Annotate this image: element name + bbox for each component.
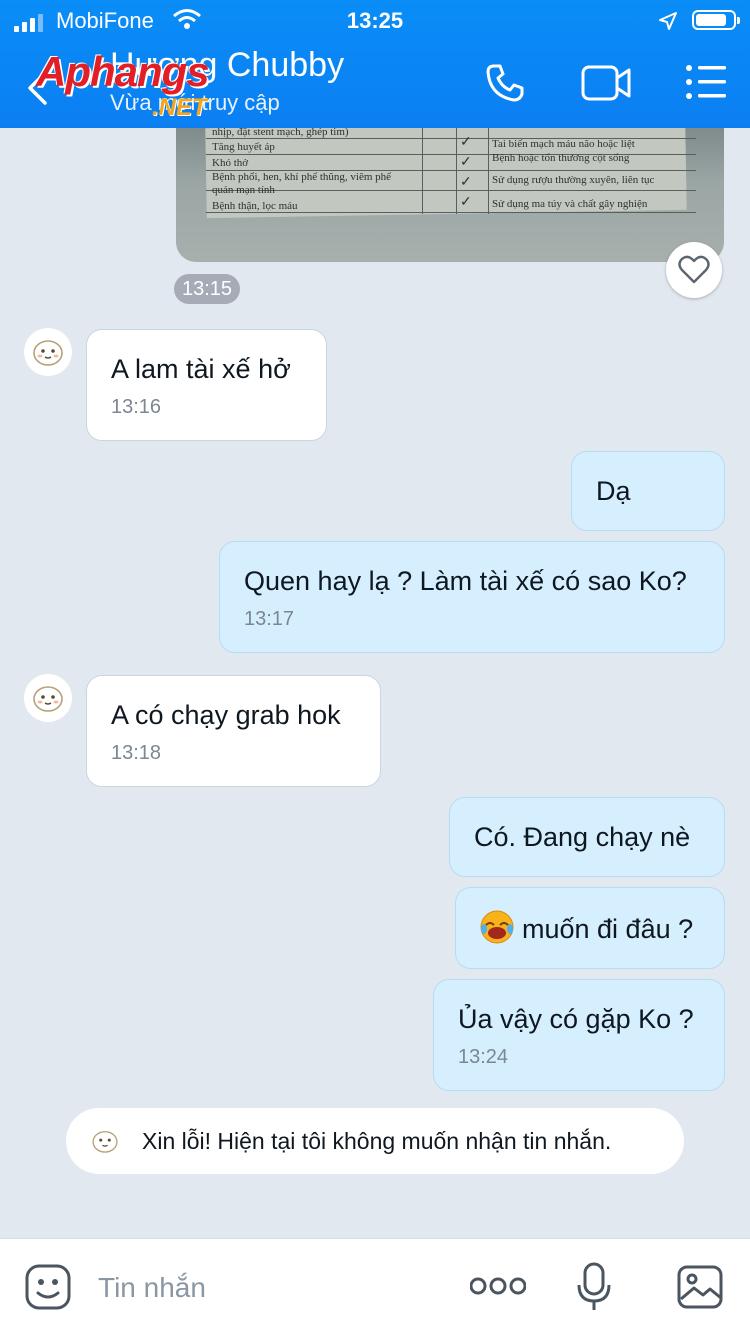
checkmark-icon: ✓ [460,175,472,190]
message-text: A lam tài xế hở [111,354,291,384]
avatar[interactable] [24,674,72,722]
message-text: A có chạy grab hok [111,700,341,730]
auto-reply-notice: Xin lỗi! Hiện tại tôi không muốn nhận ti… [66,1108,684,1174]
message-time: 13:16 [111,396,162,418]
message-bubble-outgoing[interactable]: muốn đi đâu ? [455,887,725,969]
photo-timestamp: 13:15 [174,274,241,304]
auto-reply-text: Xin lỗi! Hiện tại tôi không muốn nhận ti… [142,1127,612,1154]
message-time: 13:24 [458,1046,509,1068]
menu-list-icon[interactable] [684,62,728,107]
cartoon-avatar-icon [33,340,63,366]
message-bubble-outgoing[interactable]: Có. Đang chạy nè [449,797,725,877]
laughing-crying-emoji-icon [480,910,514,952]
status-bar: MobiFone 13:25 [0,8,750,36]
message-bubble-outgoing[interactable]: Ủa vậy có gặp Ko ? 13:24 [433,979,725,1091]
message-text: Dạ [596,476,631,506]
react-heart-button[interactable] [666,242,722,298]
message-text: Quen hay lạ ? Làm tài xế có sao Ko? [244,566,687,596]
clock: 13:25 [346,8,404,33]
location-arrow-icon [658,10,678,38]
message-input[interactable] [96,1271,440,1305]
message-bubble-incoming[interactable]: A có chạy grab hok 13:18 [86,675,381,787]
avatar [86,1122,124,1160]
shared-photo[interactable]: nhịp, đặt stent mạch, ghép tim) Tăng huy… [176,128,724,262]
cartoon-avatar-icon [33,686,63,712]
sticker-emoji-icon[interactable] [24,1263,72,1316]
chat-area[interactable]: nhịp, đặt stent mạch, ghép tim) Tăng huy… [0,128,750,1238]
top-bar: MobiFone 13:25 Hương Chubby Vừa mới truy… [0,0,750,128]
message-text: Ủa vậy có gặp Ko ? [458,1004,694,1034]
message-text: Có. Đang chạy nè [474,822,691,852]
checkmark-icon: ✓ [460,195,472,210]
battery-icon [692,10,740,30]
cartoon-avatar-icon [92,1130,118,1153]
checkmark-icon: ✓ [460,155,472,170]
heart-icon [678,255,710,284]
message-bubble-incoming[interactable]: A lam tài xế hở 13:16 [86,329,327,441]
message-bubble-outgoing[interactable]: Dạ [571,451,725,531]
watermark-logo: Aphangs .NET [36,48,210,121]
message-input-bar [0,1238,750,1335]
message-time: 13:17 [244,608,295,630]
video-call-icon[interactable] [580,62,632,109]
image-gallery-icon[interactable] [676,1263,724,1316]
message-bubble-outgoing[interactable]: Quen hay lạ ? Làm tài xế có sao Ko? 13:1… [219,541,725,653]
message-time: 13:18 [111,742,162,764]
checkmark-icon: ✓ [460,135,472,150]
more-options-icon[interactable] [469,1275,527,1302]
microphone-icon[interactable] [576,1261,612,1318]
phone-call-icon[interactable] [484,62,526,109]
message-text: muốn đi đâu ? [522,914,694,944]
avatar[interactable] [24,328,72,376]
